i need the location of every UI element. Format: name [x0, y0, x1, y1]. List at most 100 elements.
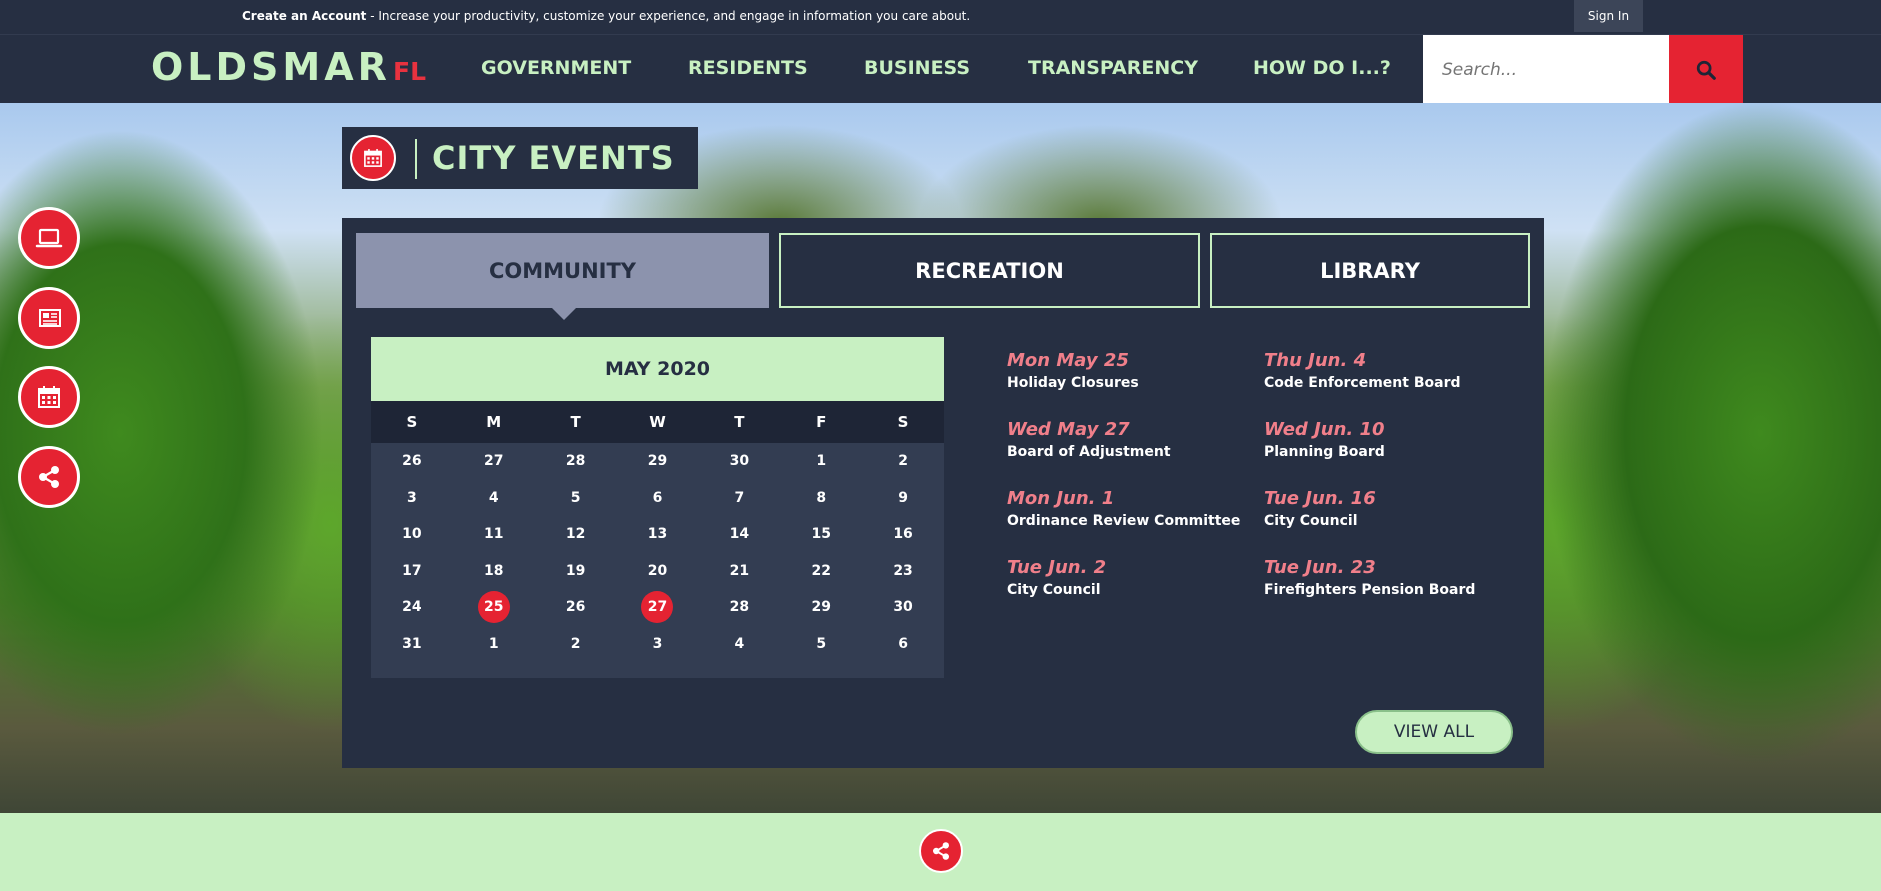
nav-how-do-i[interactable]: HOW DO I...? [1253, 57, 1391, 79]
calendar-day[interactable]: 16 [862, 516, 944, 553]
calendar-day[interactable]: 25 [453, 589, 535, 626]
calendar-day[interactable]: 20 [617, 553, 699, 590]
search-button[interactable] [1669, 35, 1743, 104]
calendar-day[interactable]: 19 [535, 553, 617, 590]
event-name[interactable]: City Council [1264, 513, 1376, 529]
nav-business[interactable]: BUSINESS [864, 57, 970, 79]
calendar-day[interactable]: 23 [862, 553, 944, 590]
calendar-day[interactable]: 26 [371, 443, 453, 480]
calendar-day[interactable]: 13 [617, 516, 699, 553]
nav-transparency[interactable]: TRANSPARENCY [1028, 57, 1198, 79]
calendar-day[interactable]: 9 [862, 480, 944, 517]
event-item[interactable]: Tue Jun. 16 City Council [1264, 488, 1376, 529]
calendar-day[interactable]: 8 [780, 480, 862, 517]
laptop-icon [35, 228, 63, 248]
event-date: Mon May 25 [1007, 350, 1129, 371]
calendar-day[interactable]: 4 [698, 626, 780, 663]
calendar-day[interactable]: 1 [453, 626, 535, 663]
logo-state[interactable]: FL [393, 57, 426, 86]
calendar-day[interactable]: 27 [453, 443, 535, 480]
side-button-calendar[interactable] [18, 366, 80, 428]
calendar-day[interactable]: 3 [371, 480, 453, 517]
nav-government[interactable]: GOVERNMENT [481, 57, 631, 79]
event-name[interactable]: Code Enforcement Board [1264, 375, 1461, 391]
calendar-day[interactable]: 14 [698, 516, 780, 553]
calendar-day[interactable]: 4 [453, 480, 535, 517]
top-bar: Create an Account - Increase your produc… [0, 0, 1881, 34]
event-item[interactable]: Mon Jun. 1 Ordinance Review Committee [1007, 488, 1240, 529]
calendar-day[interactable]: 22 [780, 553, 862, 590]
event-item[interactable]: Tue Jun. 2 City Council [1007, 557, 1106, 598]
site-header: OLDSMAR FL GOVERNMENT RESIDENTS BUSINESS… [0, 34, 1881, 104]
view-all-button[interactable]: VIEW ALL [1355, 710, 1513, 754]
side-button-news[interactable] [18, 287, 80, 349]
calendar-day[interactable]: 21 [698, 553, 780, 590]
calendar-day[interactable]: 18 [453, 553, 535, 590]
site-logo[interactable]: OLDSMAR [151, 45, 391, 89]
calendar-day[interactable]: 1 [780, 443, 862, 480]
event-date: Tue Jun. 2 [1007, 557, 1107, 578]
calendar-day[interactable]: 17 [371, 553, 453, 590]
calendar-day[interactable]: 5 [780, 626, 862, 663]
sign-in-button[interactable]: Sign In [1574, 0, 1643, 32]
calendar-icon [364, 149, 382, 167]
calendar-day[interactable]: 27 [617, 589, 699, 626]
calendar-day[interactable]: 2 [862, 443, 944, 480]
calendar-day[interactable]: 15 [780, 516, 862, 553]
weekday-label: S [897, 413, 909, 431]
tab-recreation[interactable]: RECREATION [779, 233, 1200, 308]
tab-community[interactable]: COMMUNITY [356, 233, 769, 320]
calendar-day[interactable]: 26 [535, 589, 617, 626]
calendar-day[interactable]: 24 [371, 589, 453, 626]
event-date: Thu Jun. 4 [1264, 350, 1367, 371]
event-name[interactable]: City Council [1007, 582, 1106, 598]
weekday-label: S [406, 413, 418, 431]
create-account-link[interactable]: Create an Account [242, 9, 366, 23]
calendar-day[interactable]: 31 [371, 626, 453, 663]
calendar-day[interactable]: 10 [371, 516, 453, 553]
nav-residents[interactable]: RESIDENTS [688, 57, 808, 79]
newspaper-icon [39, 309, 61, 327]
calendar-day[interactable]: 3 [617, 626, 699, 663]
calendar-day[interactable]: 12 [535, 516, 617, 553]
account-prompt: Create an Account - Increase your produc… [242, 9, 970, 23]
event-date: Mon Jun. 1 [1007, 488, 1115, 509]
event-item[interactable]: Wed May 27 Board of Adjustment [1007, 419, 1171, 460]
event-date: Wed May 27 [1007, 419, 1130, 440]
calendar-day[interactable]: 29 [617, 443, 699, 480]
calendar-day[interactable]: 5 [535, 480, 617, 517]
title-divider [415, 139, 417, 179]
calendar-day[interactable]: 6 [617, 480, 699, 517]
calendar-day[interactable]: 7 [698, 480, 780, 517]
side-button-share[interactable] [18, 446, 80, 508]
calendar-day[interactable]: 30 [862, 589, 944, 626]
event-name[interactable]: Board of Adjustment [1007, 444, 1171, 460]
share-button[interactable] [919, 829, 963, 873]
calendar-day[interactable]: 28 [698, 589, 780, 626]
calendar-day[interactable]: 29 [780, 589, 862, 626]
event-date: Tue Jun. 23 [1264, 557, 1376, 578]
search-input[interactable] [1423, 35, 1669, 104]
search-icon [1696, 60, 1716, 80]
event-date: Wed Jun. 10 [1264, 419, 1385, 440]
event-name[interactable]: Holiday Closures [1007, 375, 1139, 391]
weekday-label: T [734, 413, 745, 431]
event-item[interactable]: Thu Jun. 4 Code Enforcement Board [1264, 350, 1461, 391]
event-item[interactable]: Mon May 25 Holiday Closures [1007, 350, 1139, 391]
weekday-label: M [486, 413, 502, 431]
calendar-day[interactable]: 11 [453, 516, 535, 553]
tab-library[interactable]: LIBRARY [1210, 233, 1530, 308]
event-name[interactable]: Ordinance Review Committee [1007, 513, 1240, 529]
event-item[interactable]: Tue Jun. 23 Firefighters Pension Board [1264, 557, 1475, 598]
calendar-day[interactable]: 6 [862, 626, 944, 663]
side-button-laptop[interactable] [18, 207, 80, 269]
event-name[interactable]: Firefighters Pension Board [1264, 582, 1475, 598]
event-name[interactable]: Planning Board [1264, 444, 1385, 460]
calendar: MAY 2020 SMTWTFS 26 27 28 29 30 1 2 3 4 5 6 7 8 9 10 11… [371, 337, 944, 678]
calendar-day[interactable]: 28 [535, 443, 617, 480]
calendar-day[interactable]: 2 [535, 626, 617, 663]
calendar-icon [38, 386, 60, 408]
event-item[interactable]: Wed Jun. 10 Planning Board [1264, 419, 1385, 460]
calendar-day[interactable]: 30 [698, 443, 780, 480]
city-events-header: CITY EVENTS [342, 127, 698, 189]
